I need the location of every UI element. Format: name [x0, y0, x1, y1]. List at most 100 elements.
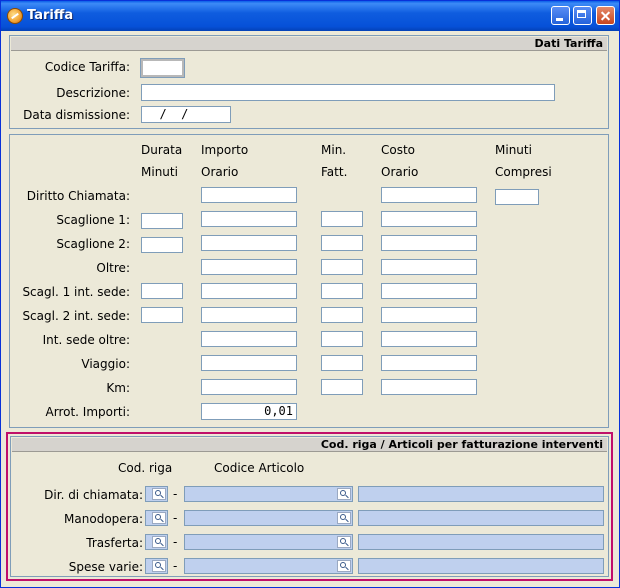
col-cod-riga: Cod. riga: [118, 461, 173, 475]
scaglione1-costo-input[interactable]: [381, 211, 477, 227]
sede-oltre-importo-input[interactable]: [201, 331, 297, 347]
dash: -: [173, 487, 178, 501]
col-minuti-1: Minuti: [495, 143, 532, 157]
descrizione-label: Descrizione:: [56, 86, 130, 100]
codriga-input[interactable]: [145, 558, 168, 574]
scagl1-sede-min-input[interactable]: [321, 283, 363, 299]
magnifier-icon[interactable]: [152, 536, 166, 548]
viaggio-min-input[interactable]: [321, 355, 363, 371]
col-costo-1: Costo: [381, 143, 416, 157]
scaglione2-durata-input[interactable]: [141, 237, 183, 253]
diritto-minuti-input[interactable]: [495, 189, 539, 205]
magnifier-icon[interactable]: [337, 536, 351, 548]
minimize-button[interactable]: [551, 6, 570, 25]
oltre-costo-input[interactable]: [381, 259, 477, 275]
row-label: Int. sede oltre:: [42, 333, 130, 347]
scaglione1-min-input[interactable]: [321, 211, 363, 227]
row-label: Diritto Chiamata:: [26, 189, 130, 203]
codart-input[interactable]: [184, 486, 353, 502]
magnifier-icon[interactable]: [152, 488, 166, 500]
row-label: Scaglione 2:: [56, 237, 130, 251]
sede-oltre-min-input[interactable]: [321, 331, 363, 347]
col-min-1: Min.: [321, 143, 347, 157]
app-icon: [7, 8, 23, 24]
maximize-button[interactable]: [573, 6, 592, 25]
scagl2-sede-durata-input[interactable]: [141, 307, 183, 323]
articoli-inner: Cod. riga / Articoli per fatturazione in…: [10, 436, 609, 577]
data-dismissione-input[interactable]: / /: [141, 106, 231, 123]
articoli-header: Cod. riga / Articoli per fatturazione in…: [12, 438, 607, 452]
codart-input[interactable]: [184, 558, 353, 574]
codice-tariffa-input[interactable]: [140, 58, 185, 78]
col-importo-2: Orario: [201, 165, 239, 179]
scaglioni-panel: Durata Minuti Importo Orario Min. Fatt. …: [9, 134, 609, 428]
km-min-input[interactable]: [321, 379, 363, 395]
scaglione1-durata-input[interactable]: [141, 213, 183, 229]
dash: -: [173, 559, 178, 573]
magnifier-icon[interactable]: [337, 560, 351, 572]
window-title: Tariffa: [27, 8, 74, 23]
codart-input[interactable]: [184, 510, 353, 526]
viaggio-importo-input[interactable]: [201, 355, 297, 371]
codriga-input[interactable]: [145, 486, 168, 502]
articoli-panel: Cod. riga / Articoli per fatturazione in…: [6, 432, 613, 581]
dati-tariffa-panel: Dati Tariffa Codice Tariffa: Descrizione…: [9, 35, 609, 129]
viaggio-costo-input[interactable]: [381, 355, 477, 371]
descrizione-articolo: [358, 558, 604, 574]
scaglione2-min-input[interactable]: [321, 235, 363, 251]
row-label: Km:: [106, 381, 130, 395]
col-codice-articolo: Codice Articolo: [214, 461, 305, 475]
dash: -: [173, 535, 178, 549]
col-min-2: Fatt.: [321, 165, 348, 179]
scaglione1-importo-input[interactable]: [201, 211, 297, 227]
data-dismissione-label: Data dismissione:: [23, 108, 130, 122]
dati-tariffa-header: Dati Tariffa: [11, 37, 607, 51]
magnifier-icon[interactable]: [152, 512, 166, 524]
dash: -: [173, 511, 178, 525]
col-minuti-2: Compresi: [495, 165, 552, 179]
scaglione2-importo-input[interactable]: [201, 235, 297, 251]
col-costo-2: Orario: [381, 165, 419, 179]
col-durata-1: Durata: [141, 143, 183, 157]
scagl1-sede-importo-input[interactable]: [201, 283, 297, 299]
close-button[interactable]: [596, 6, 615, 25]
row-label: Scagl. 2 int. sede:: [22, 309, 130, 323]
oltre-min-input[interactable]: [321, 259, 363, 275]
sede-oltre-costo-input[interactable]: [381, 331, 477, 347]
descrizione-articolo: [358, 534, 604, 550]
magnifier-icon[interactable]: [337, 512, 351, 524]
row-label: Oltre:: [96, 261, 130, 275]
codriga-input[interactable]: [145, 510, 168, 526]
codice-tariffa-label: Codice Tariffa:: [44, 60, 130, 74]
km-costo-input[interactable]: [381, 379, 477, 395]
row-label: Arrot. Importi:: [45, 405, 130, 419]
art-row-label: Spese varie:: [68, 560, 143, 574]
row-label: Scagl. 1 int. sede:: [22, 285, 130, 299]
art-row-label: Trasferta:: [86, 536, 143, 550]
row-label: Viaggio:: [81, 357, 130, 371]
descrizione-articolo: [358, 486, 604, 502]
scagl1-sede-durata-input[interactable]: [141, 283, 183, 299]
magnifier-icon[interactable]: [337, 488, 351, 500]
scagl2-sede-importo-input[interactable]: [201, 307, 297, 323]
art-row-label: Dir. di chiamata:: [44, 488, 143, 502]
km-importo-input[interactable]: [201, 379, 297, 395]
col-durata-2: Minuti: [141, 165, 178, 179]
scaglione2-costo-input[interactable]: [381, 235, 477, 251]
descrizione-input[interactable]: [141, 84, 555, 101]
scagl2-sede-costo-input[interactable]: [381, 307, 477, 323]
title-bar[interactable]: Tariffa: [1, 1, 619, 31]
diritto-costo-input[interactable]: [381, 187, 477, 203]
art-row-label: Manodopera:: [64, 512, 143, 526]
arrot-importi-input[interactable]: 0,01: [201, 403, 297, 420]
magnifier-icon[interactable]: [152, 560, 166, 572]
scagl1-sede-costo-input[interactable]: [381, 283, 477, 299]
scagl2-sede-min-input[interactable]: [321, 307, 363, 323]
col-importo-1: Importo: [201, 143, 249, 157]
diritto-importo-input[interactable]: [201, 187, 297, 203]
descrizione-articolo: [358, 510, 604, 526]
oltre-importo-input[interactable]: [201, 259, 297, 275]
codriga-input[interactable]: [145, 534, 168, 550]
codart-input[interactable]: [184, 534, 353, 550]
row-label: Scaglione 1:: [56, 213, 130, 227]
